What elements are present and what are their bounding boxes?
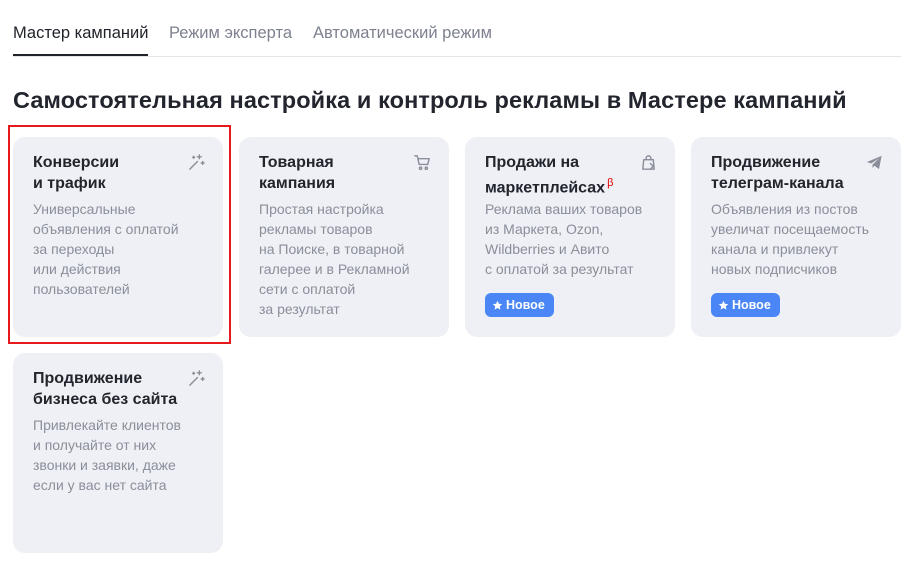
card-title: Конверсии и трафик [33, 154, 120, 192]
page-title: Самостоятельная настройка и контроль рек… [13, 87, 847, 113]
magic-wand-icon [187, 153, 206, 172]
card-title: Продажи на маркетплейсах β [485, 154, 614, 197]
beta-mark: β [607, 177, 614, 189]
card-description: Простая настройка рекламы товаров на Пои… [259, 201, 410, 317]
card-business-without-site[interactable]: Продвижение бизнеса без сайта Привлекайт… [13, 353, 223, 553]
tab-campaign-master[interactable]: Мастер кампаний [13, 24, 148, 43]
card-telegram-promotion[interactable]: Продвижение телеграм-канала Объявления и… [691, 137, 901, 337]
card-title: Товарная кампания [259, 154, 336, 192]
card-title: Продвижение телеграм-канала [711, 154, 844, 192]
shopping-cart-icon [413, 153, 432, 172]
shopping-bag-icon [639, 153, 658, 172]
mode-tabs: Мастер кампаний Режим эксперта Автоматич… [13, 0, 901, 57]
card-marketplace-sales[interactable]: Продажи на маркетплейсах β Реклама ваших … [465, 137, 675, 337]
new-badge: Новое [485, 293, 554, 317]
card-description: Универсальные объявления с оплатой за пе… [33, 201, 179, 297]
card-description: Реклама ваших товаров из Маркета, Ozon, … [485, 201, 643, 277]
star-icon [492, 300, 503, 311]
card-product-campaign[interactable]: Товарная кампания Простая настройка рекл… [239, 137, 449, 337]
card-conversions-traffic[interactable]: Конверсии и трафик Универсальные объявле… [13, 137, 223, 337]
telegram-plane-icon [865, 153, 884, 172]
card-description: Объявления из постов увеличат посещаемос… [711, 201, 870, 277]
new-badge: Новое [711, 293, 780, 317]
star-icon [718, 300, 729, 311]
active-tab-indicator [13, 54, 148, 56]
card-title: Продвижение бизнеса без сайта [33, 370, 178, 408]
card-description: Привлекайте клиентов и получайте от них … [33, 417, 181, 493]
tab-automatic-mode[interactable]: Автоматический режим [313, 24, 492, 43]
tab-expert-mode[interactable]: Режим эксперта [169, 24, 292, 43]
magic-wand-icon [187, 369, 206, 388]
